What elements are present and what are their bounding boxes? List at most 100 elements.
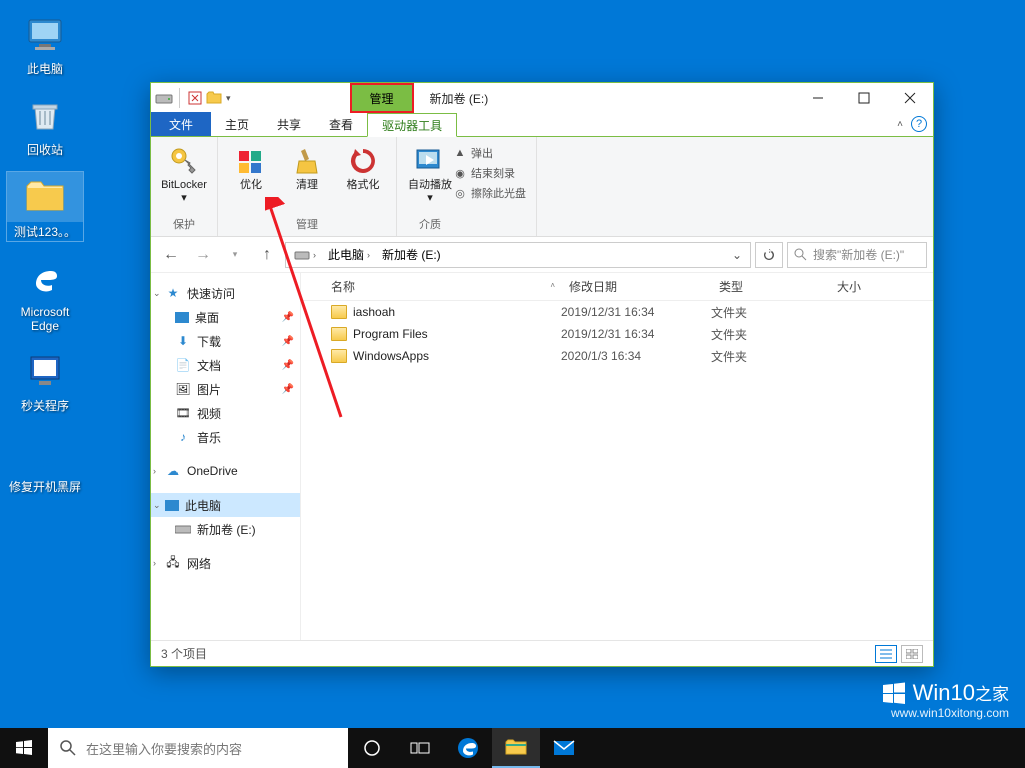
cortana-button[interactable]	[348, 728, 396, 768]
ribbon-tabs: 文件 主页 共享 查看 驱动器工具 ˄ ?	[151, 113, 933, 137]
taskbar-explorer[interactable]	[492, 728, 540, 768]
ribbon-erase-button[interactable]: ◎擦除此光盘	[453, 185, 526, 201]
format-icon	[345, 143, 381, 179]
tab-file[interactable]: 文件	[151, 112, 211, 136]
nav-network[interactable]: ›🖧网络	[151, 551, 300, 575]
view-icons-button[interactable]	[901, 645, 923, 663]
nav-history-button[interactable]: ▾	[221, 241, 249, 269]
ribbon-bitlocker-button[interactable]: BitLocker▾	[161, 141, 207, 205]
task-view-button[interactable]	[396, 728, 444, 768]
breadcrumb[interactable]: › 此电脑 › 新加卷 (E:) ⌄	[285, 242, 751, 268]
download-icon: ⬇	[175, 333, 191, 349]
nav-back-button[interactable]: ←	[157, 241, 185, 269]
column-type[interactable]: 类型	[711, 278, 829, 295]
ribbon-group-label: 介质	[419, 214, 441, 234]
search-input[interactable]: 搜索"新加卷 (E:)"	[787, 242, 927, 268]
column-size[interactable]: 大小	[829, 278, 933, 295]
tab-home[interactable]: 主页	[211, 112, 263, 136]
search-icon	[794, 248, 807, 261]
desktop-icon-folder-test[interactable]: 测试123。。	[7, 172, 83, 241]
table-row[interactable]: iashoah 2019/12/31 16:34文件夹	[301, 301, 933, 323]
help-icon[interactable]: ?	[911, 116, 927, 132]
windows-logo-icon	[881, 680, 907, 706]
desktop-icon-shutdown[interactable]: 秒关程序	[7, 347, 83, 414]
star-icon: ★	[165, 285, 181, 301]
nav-videos[interactable]: 🎞视频	[151, 401, 300, 425]
qat-properties-icon[interactable]	[188, 91, 202, 105]
nav-forward-button[interactable]: →	[189, 241, 217, 269]
nav-music[interactable]: ♪音乐	[151, 425, 300, 449]
desktop-icon-label: Microsoft Edge	[7, 305, 83, 333]
desktop-icon-fixboot[interactable]: 修复开机黑屏	[7, 428, 83, 495]
document-icon: 📄	[175, 357, 191, 373]
status-bar: 3 个项目	[151, 640, 933, 666]
view-details-button[interactable]	[875, 645, 897, 663]
taskbar-search[interactable]: 在这里输入你要搜索的内容	[48, 728, 348, 768]
desktop-icon-label: 此电脑	[7, 60, 83, 77]
cloud-icon: ☁	[165, 463, 181, 479]
tab-manage[interactable]: 管理	[350, 83, 414, 113]
minimize-button[interactable]	[795, 83, 841, 113]
quick-access-toolbar: ▾	[151, 88, 235, 108]
qat-folder-icon[interactable]	[206, 91, 222, 105]
tab-drive-tools[interactable]: 驱动器工具	[367, 113, 457, 137]
eject-icon: ▲	[453, 146, 467, 160]
file-list: 名称˄ 修改日期 类型 大小 iashoah 2019/12/31 16:34文…	[301, 273, 933, 640]
breadcrumb-item[interactable]: 此电脑 ›	[322, 243, 376, 267]
nav-desktop[interactable]: 桌面📌	[151, 305, 300, 329]
explorer-window: ▾ 管理 新加卷 (E:) 文件 主页 共享 查看 驱动器工具 ˄ ? BitL…	[150, 82, 934, 667]
folder-icon	[331, 305, 347, 319]
close-button[interactable]	[887, 83, 933, 113]
desktop-icon-thispc[interactable]: 此电脑	[7, 10, 83, 77]
taskbar-mail[interactable]	[540, 728, 588, 768]
tab-share[interactable]: 共享	[263, 112, 315, 136]
nav-up-button[interactable]: ↑	[253, 241, 281, 269]
ribbon-eject-button[interactable]: ▲弹出	[453, 145, 526, 161]
refresh-button[interactable]	[755, 242, 783, 268]
tab-view[interactable]: 查看	[315, 112, 367, 136]
status-text: 3 个项目	[161, 645, 207, 662]
nav-onedrive[interactable]: ›☁OneDrive	[151, 459, 300, 483]
cleanup-icon	[289, 143, 325, 179]
ribbon-cleanup-button[interactable]: 清理	[284, 141, 330, 192]
start-button[interactable]	[0, 728, 48, 768]
taskbar-edge[interactable]	[444, 728, 492, 768]
ribbon-optimize-button[interactable]: 优化	[228, 141, 274, 192]
qat-dropdown-icon[interactable]: ▾	[226, 93, 231, 104]
address-dropdown-icon[interactable]: ⌄	[726, 248, 748, 262]
nav-thispc[interactable]: ⌄此电脑	[151, 493, 300, 517]
search-icon	[60, 740, 76, 756]
desktop-icon-recycle[interactable]: 回收站	[7, 91, 83, 158]
pin-icon: 📌	[282, 312, 294, 323]
autorun-icon	[412, 143, 448, 179]
ribbon-autorun-button[interactable]: 自动播放▾	[407, 141, 453, 205]
pin-icon: 📌	[282, 336, 294, 347]
taskbar: 在这里输入你要搜索的内容	[0, 728, 1025, 768]
column-date[interactable]: 修改日期	[561, 278, 711, 295]
nav-documents[interactable]: 📄文档📌	[151, 353, 300, 377]
search-placeholder: 搜索"新加卷 (E:)"	[813, 246, 904, 263]
video-icon: 🎞	[175, 405, 191, 421]
pc-icon	[165, 500, 179, 511]
navigation-pane: ⌄★快速访问 桌面📌 ⬇下载📌 📄文档📌 🖼图片📌 🎞视频 ♪音乐 ›☁OneD…	[151, 273, 301, 640]
lock-key-icon	[166, 143, 202, 179]
nav-pictures[interactable]: 🖼图片📌	[151, 377, 300, 401]
taskbar-search-placeholder: 在这里输入你要搜索的内容	[86, 739, 242, 758]
ribbon-group-label: 保护	[173, 214, 195, 234]
ribbon-format-button[interactable]: 格式化	[340, 141, 386, 192]
nav-downloads[interactable]: ⬇下载📌	[151, 329, 300, 353]
ribbon-collapse-icon[interactable]: ˄	[897, 119, 903, 130]
table-row[interactable]: WindowsApps 2020/1/3 16:34文件夹	[301, 345, 933, 367]
nav-quick-access[interactable]: ⌄★快速访问	[151, 281, 300, 305]
titlebar[interactable]: ▾ 管理 新加卷 (E:)	[151, 83, 933, 113]
column-name[interactable]: 名称˄	[301, 278, 561, 295]
desktop-icon-label: 修复开机黑屏	[7, 478, 83, 495]
maximize-button[interactable]	[841, 83, 887, 113]
nav-volume-e[interactable]: 新加卷 (E:)	[151, 517, 300, 541]
breadcrumb-root[interactable]: ›	[288, 243, 322, 267]
ribbon-endburn-button[interactable]: ◉结束刻录	[453, 165, 526, 181]
desktop-icon-edge[interactable]: Microsoft Edge	[7, 255, 83, 333]
table-row[interactable]: Program Files 2019/12/31 16:34文件夹	[301, 323, 933, 345]
breadcrumb-item[interactable]: 新加卷 (E:)	[376, 243, 447, 267]
desktop-icon-label: 秒关程序	[7, 397, 83, 414]
